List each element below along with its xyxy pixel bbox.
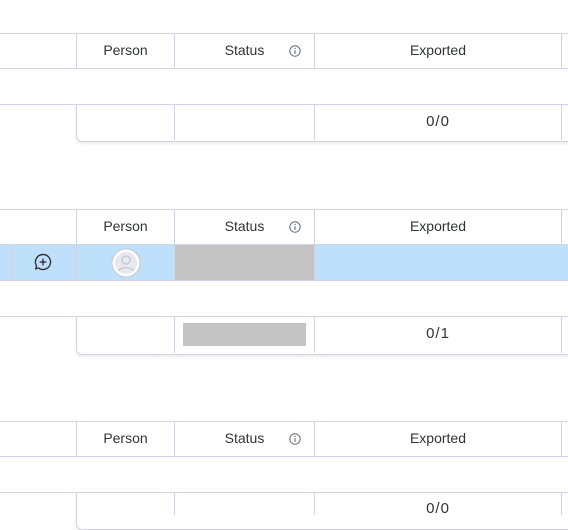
status-summary-bar[interactable] (183, 323, 306, 346)
col-divider (12, 245, 13, 280)
header-bottom-border (0, 456, 568, 457)
column-header-exported[interactable]: Exported (315, 33, 561, 67)
add-update-icon[interactable] (33, 252, 53, 272)
col-divider (314, 245, 315, 280)
column-header-person[interactable]: Person (77, 209, 174, 243)
row-bottom-border (0, 280, 568, 281)
header-bottom-border (0, 68, 568, 69)
column-header-exported[interactable]: Exported (315, 209, 561, 243)
column-header-exported[interactable]: Exported (315, 421, 561, 455)
column-header-person[interactable]: Person (77, 33, 174, 67)
info-icon[interactable] (289, 433, 301, 445)
col-divider (561, 316, 562, 353)
col-divider (561, 209, 562, 245)
info-icon[interactable] (289, 45, 301, 57)
exported-summary-count: 0/1 (426, 325, 450, 342)
person-avatar-icon[interactable] (111, 248, 141, 278)
col-divider (174, 316, 175, 353)
col-divider (174, 104, 175, 140)
summary-left-border (0, 104, 76, 105)
status-cell[interactable] (175, 245, 314, 280)
exported-summary-count: 0/0 (426, 500, 450, 517)
col-divider (561, 492, 562, 515)
col-divider (561, 421, 562, 457)
col-divider (174, 492, 175, 515)
info-icon[interactable] (289, 221, 301, 233)
exported-summary-count: 0/0 (426, 113, 450, 130)
col-divider (561, 104, 562, 140)
summary-left-border (0, 492, 76, 493)
summary-left-border (0, 316, 76, 317)
col-divider (76, 245, 77, 280)
column-header-person[interactable]: Person (77, 421, 174, 455)
col-divider (561, 33, 562, 69)
